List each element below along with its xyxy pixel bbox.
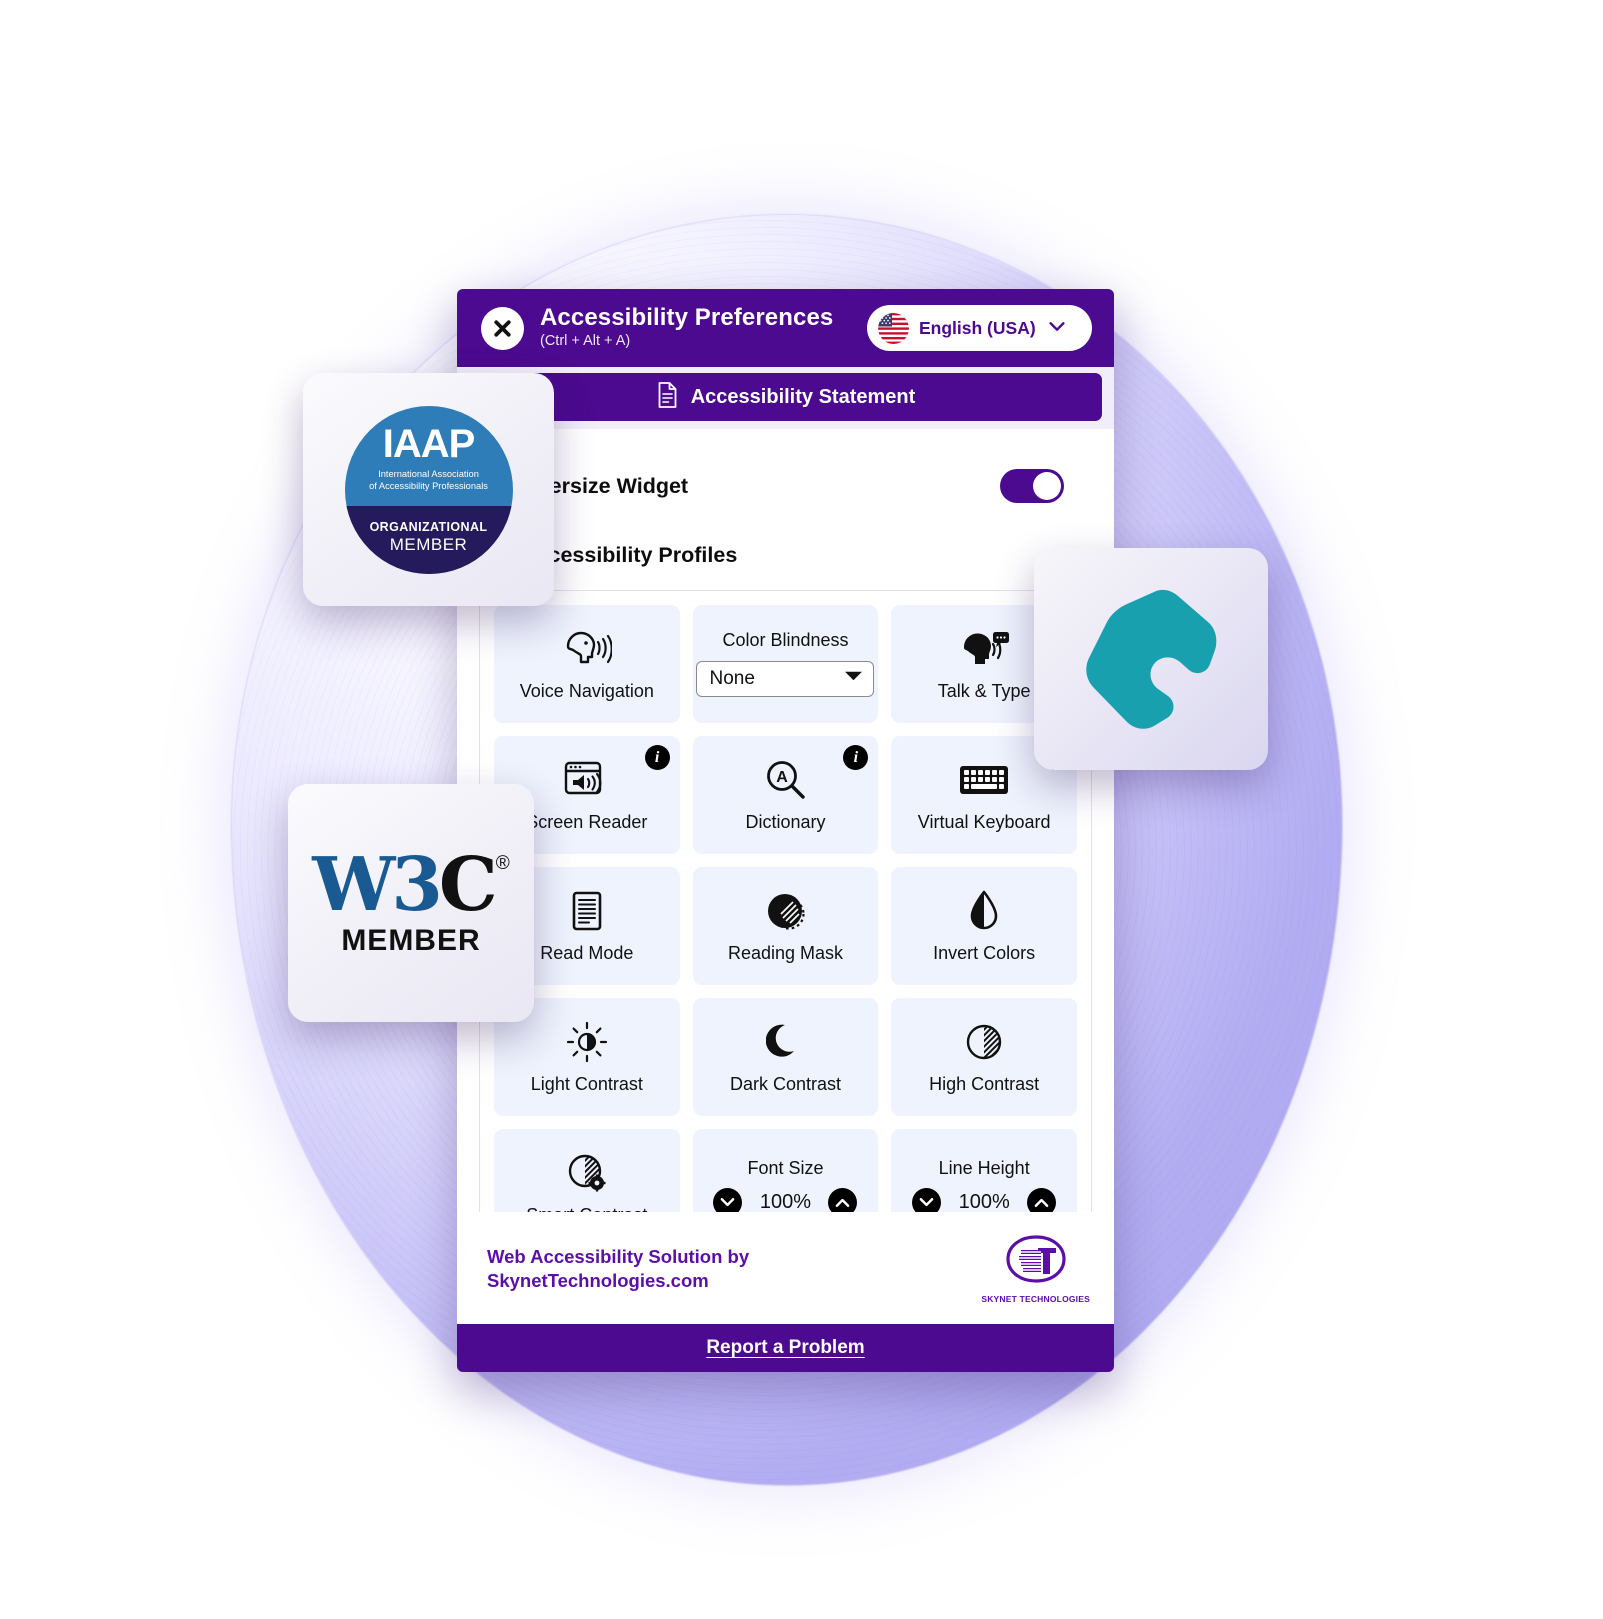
feature-label: Invert Colors xyxy=(933,943,1036,964)
feature-tile-font-size[interactable]: Font Size 100% xyxy=(692,1129,879,1212)
font-size-increment-button[interactable] xyxy=(828,1188,858,1212)
color-blindness-select[interactable]: None xyxy=(696,660,875,697)
iaap-logo: IAAP International Association of Access… xyxy=(344,405,513,574)
smart-contrast-icon xyxy=(565,1150,609,1196)
feature-label: Reading Mask xyxy=(727,943,844,964)
iaap-organizational-member-badge: IAAP International Association of Access… xyxy=(303,373,554,606)
feature-tile-reading-mask[interactable]: Reading Mask xyxy=(692,867,879,985)
toggle-knob xyxy=(1033,472,1061,500)
teal-c-pentagon-icon xyxy=(1076,584,1226,734)
feature-tile-dictionary[interactable]: i A Dictionary xyxy=(692,736,879,854)
line-height-value: 100% xyxy=(958,1191,1010,1212)
font-size-stepper: 100% xyxy=(713,1188,858,1212)
feature-tile-high-contrast[interactable]: High Contrast xyxy=(891,998,1077,1116)
iaap-subtitle-line1: International Association xyxy=(378,469,479,480)
accessibility-statement-label: Accessibility Statement xyxy=(690,385,916,408)
feature-tile-line-height[interactable]: Line Height 100% xyxy=(891,1129,1077,1212)
feature-label: Dark Contrast xyxy=(729,1074,842,1095)
font-size-decrement-button[interactable] xyxy=(713,1188,743,1212)
language-selector[interactable]: English (USA) xyxy=(867,305,1092,351)
feature-tile-color-blindness[interactable]: Color Blindness None xyxy=(692,605,879,723)
accessibility-profiles-row: Accessibility Profiles xyxy=(479,503,1092,568)
w3c-logo: W3 C ® MEMBER xyxy=(312,848,510,958)
keyboard-shortcut-hint: (Ctrl + Alt + A) xyxy=(540,332,631,349)
feature-label: Light Contrast xyxy=(530,1074,643,1095)
feature-tile-voice-navigation[interactable]: Voice Navigation xyxy=(494,605,680,723)
feature-tile-dark-contrast[interactable]: Dark Contrast xyxy=(692,998,879,1116)
w3c-mark-w3: W3 xyxy=(312,842,443,928)
reading-mask-icon xyxy=(763,888,807,934)
invert-colors-icon xyxy=(967,888,1001,934)
info-icon[interactable]: i xyxy=(644,745,670,770)
skynet-technologies-logo: SKYNET TECHNOLOGIES xyxy=(981,1234,1090,1304)
feature-label: Screen Reader xyxy=(526,812,648,833)
iaap-tier: ORGANIZATIONAL xyxy=(369,520,488,534)
svg-text:A: A xyxy=(777,769,789,786)
line-height-increment-button[interactable] xyxy=(1027,1188,1057,1212)
iaap-top-section: IAAP International Association of Access… xyxy=(345,406,513,506)
color-blindness-value: None xyxy=(709,667,755,689)
registered-trademark-icon: ® xyxy=(495,853,510,874)
feature-label: Font Size xyxy=(747,1157,824,1178)
w3c-member-label: MEMBER xyxy=(341,924,481,957)
statement-bar-container: Accessibility Statement xyxy=(457,367,1114,429)
iaap-subtitle-line2: of Accessibility Professionals xyxy=(369,481,488,491)
page-title: Accessibility Preferences xyxy=(540,303,834,331)
w3c-wordmark: W3 C ® xyxy=(312,848,510,922)
info-icon[interactable]: i xyxy=(843,745,869,770)
voice-navigation-icon xyxy=(562,626,612,672)
light-contrast-icon xyxy=(566,1019,608,1065)
close-x-icon xyxy=(490,316,515,341)
feature-label: Color Blindness xyxy=(722,630,849,651)
w3c-mark-c: C xyxy=(438,842,498,928)
iaap-member-label: MEMBER xyxy=(389,535,468,554)
feature-label: Read Mode xyxy=(540,943,634,964)
widget-body: Oversize Widget Accessibility Profiles V… xyxy=(457,429,1114,1212)
talk-and-type-icon xyxy=(958,626,1010,672)
footer-credit-line1: Web Accessibility Solution by xyxy=(487,1245,750,1267)
line-height-stepper: 100% xyxy=(912,1188,1057,1212)
caret-down-icon xyxy=(844,669,863,688)
document-icon xyxy=(656,381,679,413)
footer-credit: Web Accessibility Solution by SkynetTech… xyxy=(487,1245,749,1294)
chevron-down-icon xyxy=(1046,315,1068,342)
line-height-decrement-button[interactable] xyxy=(912,1188,942,1212)
dictionary-icon: A xyxy=(763,757,807,803)
accessibility-statement-button[interactable]: Accessibility Statement xyxy=(469,373,1102,421)
teal-c-badge xyxy=(1034,548,1268,770)
usa-flag-icon xyxy=(878,312,909,344)
skynet-logo-name: SKYNET TECHNOLOGIES xyxy=(981,1294,1090,1304)
virtual-keyboard-icon xyxy=(958,757,1010,803)
feature-tile-invert-colors[interactable]: Invert Colors xyxy=(891,867,1077,985)
report-a-problem-button[interactable]: Report a Problem xyxy=(457,1324,1114,1372)
accessibility-widget-panel: Accessibility Preferences (Ctrl + Alt + … xyxy=(457,289,1114,1372)
feature-label: Voice Navigation xyxy=(519,681,654,702)
w3c-member-badge: W3 C ® MEMBER xyxy=(288,784,534,1022)
high-contrast-icon xyxy=(963,1019,1005,1065)
read-mode-icon xyxy=(570,888,604,934)
feature-label: Smart Contrast xyxy=(526,1205,647,1212)
feature-label: Virtual Keyboard xyxy=(917,812,1051,833)
screen-reader-icon xyxy=(563,757,611,803)
feature-label: Dictionary xyxy=(745,812,826,833)
dark-contrast-icon xyxy=(766,1019,804,1065)
feature-grid: Voice Navigation Color Blindness None Ta… xyxy=(479,590,1092,1212)
report-a-problem-label: Report a Problem xyxy=(706,1337,865,1358)
widget-footer: Web Accessibility Solution by SkynetTech… xyxy=(457,1212,1114,1324)
st-monogram-icon xyxy=(1005,1234,1067,1291)
language-label: English (USA) xyxy=(919,317,1036,338)
iaap-acronym: IAAP xyxy=(382,422,476,467)
feature-label: Talk & Type xyxy=(937,681,1031,702)
feature-label: High Contrast xyxy=(929,1074,1040,1095)
close-button[interactable] xyxy=(481,306,524,350)
widget-header: Accessibility Preferences (Ctrl + Alt + … xyxy=(457,289,1114,367)
header-text-group: Accessibility Preferences (Ctrl + Alt + … xyxy=(540,303,851,351)
footer-credit-line2: SkynetTechnologies.com xyxy=(487,1270,709,1291)
iaap-bottom-section: ORGANIZATIONAL MEMBER xyxy=(344,505,513,574)
oversize-widget-row: Oversize Widget xyxy=(479,429,1092,503)
font-size-value: 100% xyxy=(759,1191,812,1212)
oversize-widget-toggle[interactable] xyxy=(1000,469,1064,503)
feature-tile-smart-contrast[interactable]: Smart Contrast xyxy=(494,1129,680,1212)
feature-label: Line Height xyxy=(938,1157,1030,1178)
